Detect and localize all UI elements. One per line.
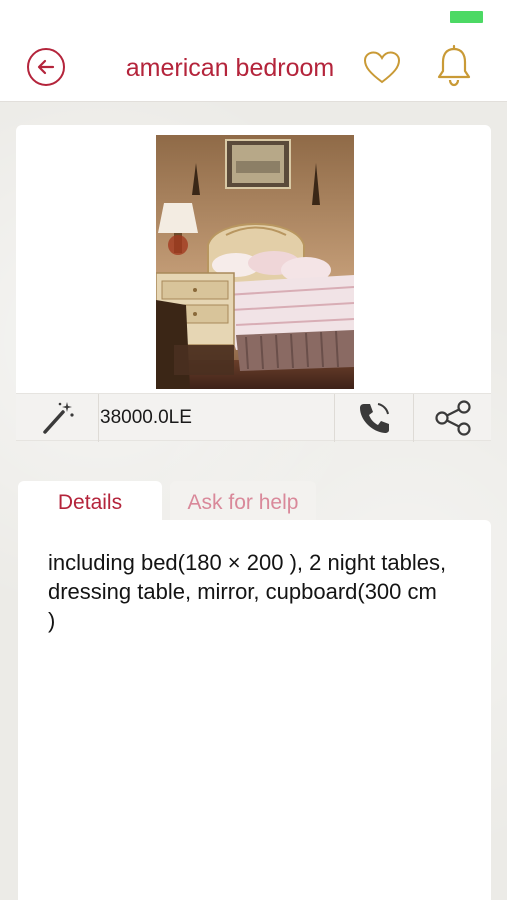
divider: [98, 394, 99, 442]
magic-wand-button[interactable]: [16, 394, 98, 442]
status-bar: [0, 0, 507, 32]
back-button[interactable]: [27, 48, 65, 86]
favorite-button[interactable]: [362, 50, 402, 86]
product-description: including bed(180 × 200 ), 2 night table…: [48, 550, 447, 633]
call-button[interactable]: [335, 394, 413, 442]
battery-indicator: [450, 11, 483, 23]
details-panel: including bed(180 × 200 ), 2 night table…: [18, 520, 491, 900]
product-price: 38000.0LE: [100, 407, 192, 428]
page-title: american bedroom: [125, 54, 335, 82]
magic-wand-icon: [43, 402, 74, 434]
bedroom-photo: [156, 135, 354, 389]
product-action-bar: 38000.0LE: [16, 393, 491, 442]
product-image[interactable]: [156, 135, 354, 389]
heart-icon: [363, 51, 401, 84]
tab-ask-for-help[interactable]: Ask for help: [170, 481, 316, 525]
share-button[interactable]: [414, 394, 491, 442]
bell-icon: [437, 44, 471, 87]
notifications-button[interactable]: [434, 44, 474, 88]
tab-details[interactable]: Details: [18, 481, 162, 525]
share-icon: [434, 400, 471, 436]
phone-icon: [360, 403, 389, 433]
navigation-bar: american bedroom: [0, 32, 507, 102]
back-arrow-icon: [37, 59, 55, 75]
